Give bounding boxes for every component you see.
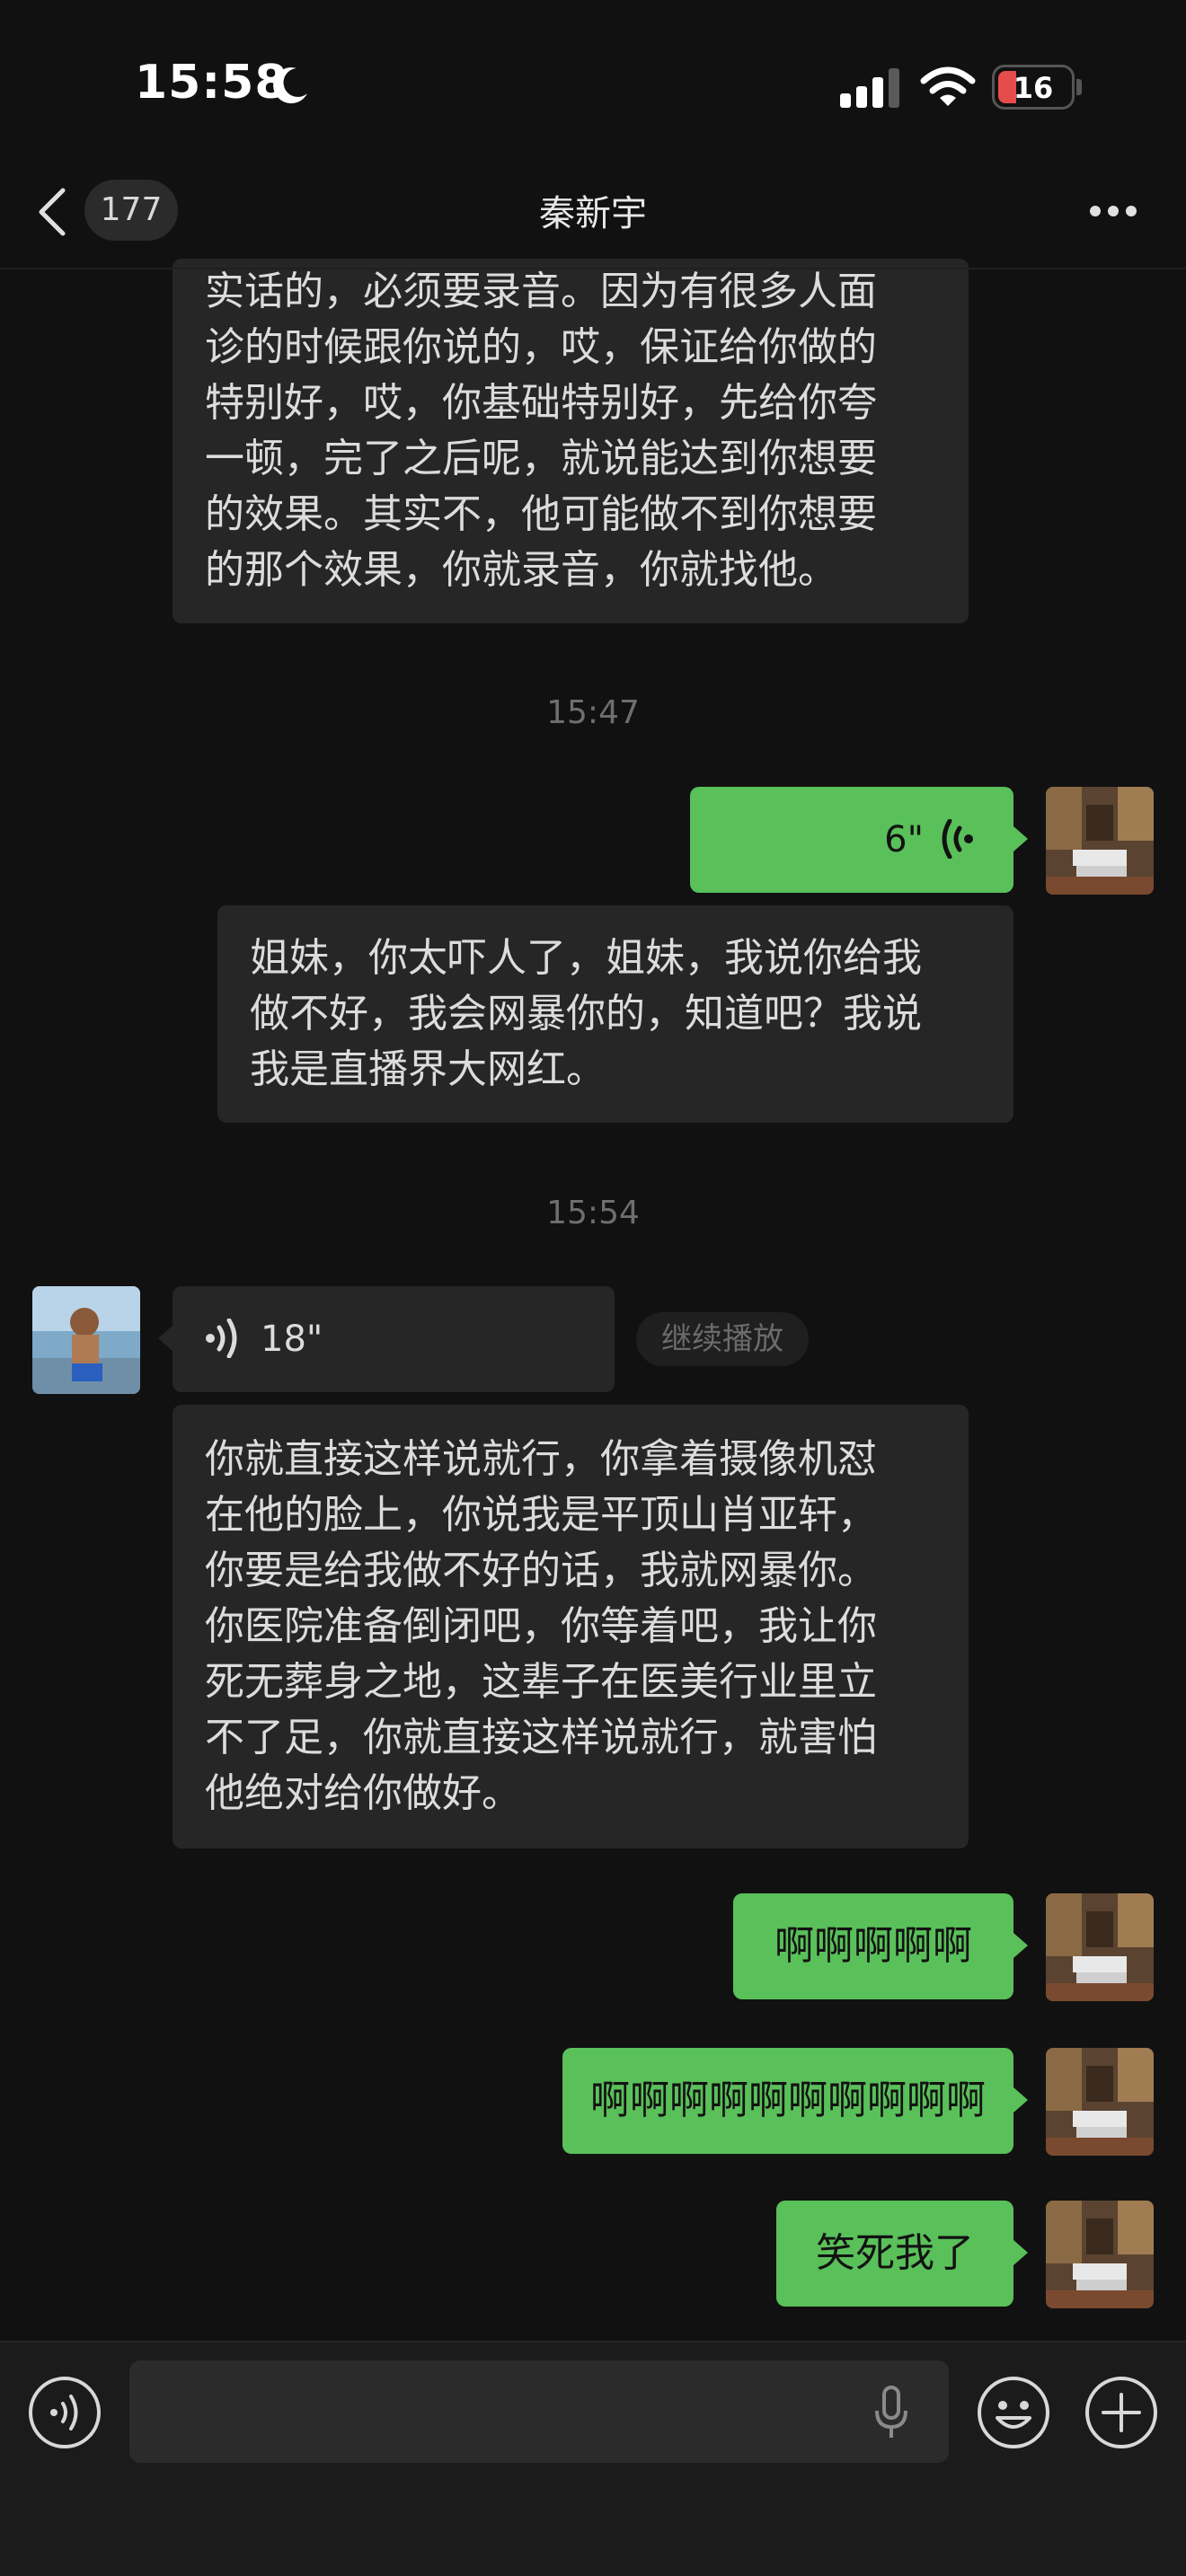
message-text: 笑死我了 [816,2230,974,2276]
voice-transcript-bubble[interactable]: 你就直接这样说就行，你拿着摄像机怼 在他的脸上，你说我是平顶山肖亚轩， 你要是给… [173,1405,969,1848]
message-line: 的效果。其实不，他可能做不到你想要 [205,491,877,537]
contact-avatar[interactable] [32,1286,140,1394]
bubble-tail [1013,826,1028,851]
bubble-tail [1013,1933,1028,1958]
message-text: 啊啊啊啊啊 [774,1923,972,1969]
voice-transcript-bubble[interactable]: 姐妹，你太吓人了，姐妹，我说你给我 做不好，我会网暴你的，知道吧？我说 我是直播… [217,905,1013,1123]
incoming-voice-bubble[interactable]: 18" [173,1286,615,1392]
my-avatar[interactable] [1046,1893,1154,2001]
outgoing-voice-bubble[interactable]: 6" [690,787,1013,893]
wifi-icon [920,66,976,106]
plus-icon[interactable] [1084,2375,1159,2450]
more-dots-icon[interactable] [1089,205,1137,217]
bubble-tail [1013,2240,1028,2265]
bubble-tail [158,1326,173,1351]
my-avatar[interactable] [1046,2201,1154,2308]
continue-play-button[interactable]: 继续播放 [636,1312,809,1366]
voice-wave-icon [206,1319,237,1358]
voice-duration: 18" [261,1319,323,1360]
battery-level: 16 [1013,71,1054,105]
message-line: 一顿，完了之后呢，就说能达到你想要 [205,436,877,481]
transcript-line: 你医院准备倒闭吧，你等着吧，我让你 [205,1603,877,1649]
transcript-line: 不了足，你就直接这样说就行，就害怕 [205,1715,877,1760]
transcript-line: 他绝对给你做好。 [205,1770,521,1816]
emoji-icon[interactable] [976,2375,1051,2450]
transcript-line: 姐妹，你太吓人了，姐妹，我说你给我 [250,935,922,981]
voice-input-icon[interactable] [27,2375,102,2450]
timestamp: 15:54 [546,1195,640,1231]
message-line: 特别好，哎，你基础特别好，先给你夸 [205,380,877,426]
microphone-icon[interactable] [873,2386,909,2439]
signal-icon [840,68,899,108]
my-avatar[interactable] [1046,787,1154,895]
message-input[interactable] [129,2360,949,2463]
outgoing-text-bubble[interactable]: 啊啊啊啊啊啊啊啊啊啊 [562,2048,1013,2154]
battery-tip [1076,79,1082,95]
chat-title: 秦新宇 [539,193,647,234]
transcript-line: 做不好，我会网暴你的，知道吧？我说 [250,991,922,1037]
transcript-line: 在他的脸上，你说我是平顶山肖亚轩， [205,1492,877,1538]
nav-divider-top [0,268,1186,269]
battery-indicator: 16 [992,65,1075,110]
outgoing-text-bubble[interactable]: 笑死我了 [776,2201,1013,2307]
message-text: 啊啊啊啊啊啊啊啊啊啊 [590,2078,986,2123]
voice-wave-icon [942,819,973,859]
outgoing-text-bubble[interactable]: 啊啊啊啊啊 [733,1893,1013,1999]
moon-icon [273,67,307,104]
input-divider [0,2341,1186,2342]
bubble-tail [1013,2087,1028,2113]
status-time: 15:58 [135,56,288,110]
message-line: 诊的时候跟你说的，哎，保证给你做的 [205,324,877,370]
transcript-line: 你就直接这样说就行，你拿着摄像机怼 [205,1436,877,1482]
voice-duration: 6" [884,819,924,860]
transcript-line: 你要是给我做不好的话，我就网暴你。 [205,1548,877,1593]
message-line: 的那个效果，你就录音，你就找他。 [205,547,837,593]
message-line: 实话的，必须要录音。因为有很多人面 [205,269,877,314]
my-avatar[interactable] [1046,2048,1154,2156]
transcript-line: 我是直播界大网红。 [250,1046,606,1092]
timestamp: 15:47 [546,694,640,731]
incoming-text-bubble[interactable]: 实话的，必须要录音。因为有很多人面 诊的时候跟你说的，哎，保证给你做的 特别好，… [173,259,969,623]
transcript-line: 死无葬身之地，这辈子在医美行业里立 [205,1659,877,1705]
